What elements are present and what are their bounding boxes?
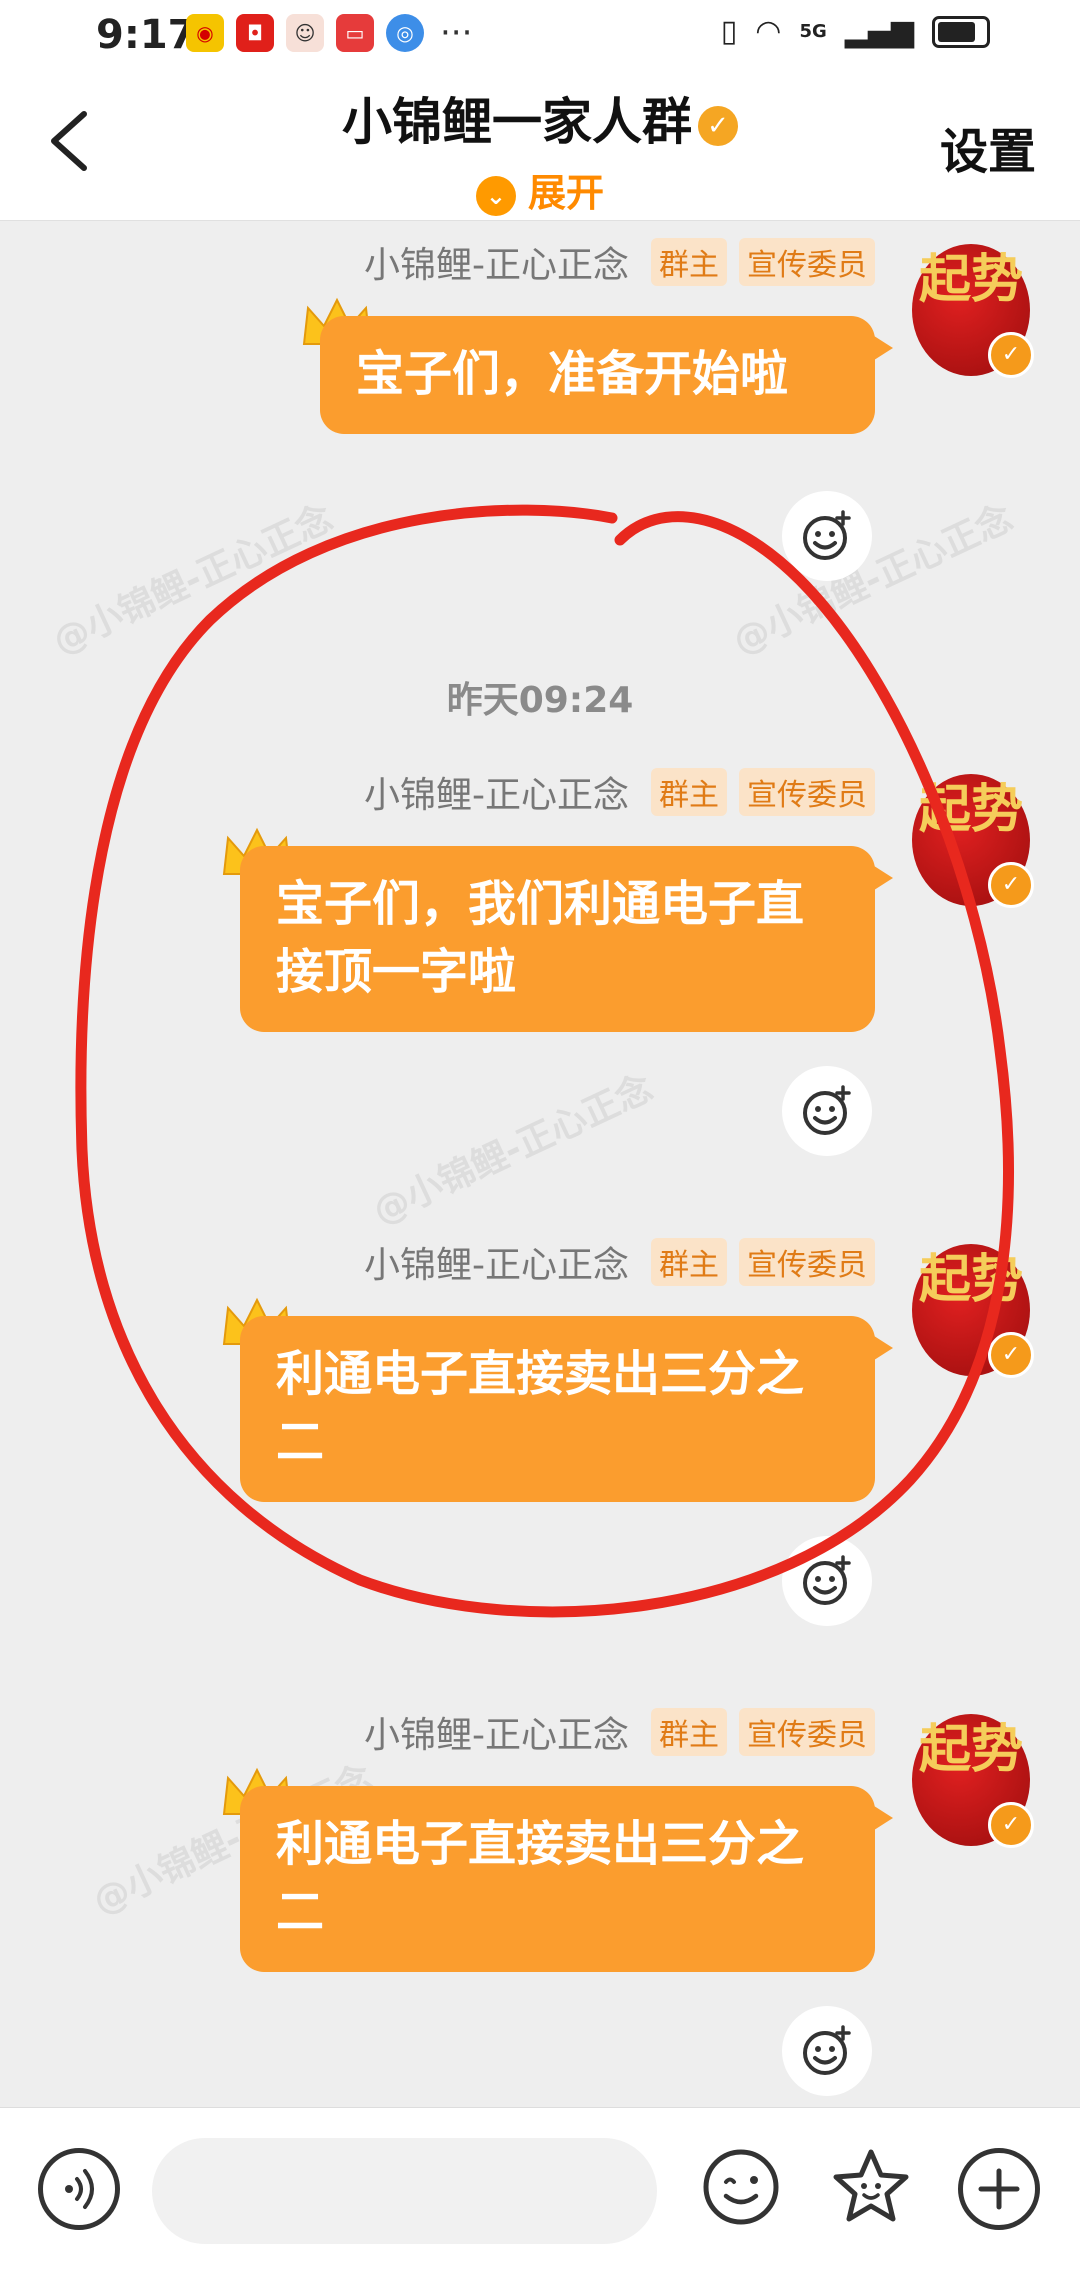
role-tag-owner: 群主 [651, 1708, 727, 1756]
chat-message-list[interactable]: @小锦鲤-正心正念 @小锦鲤-正心正念 @小锦鲤-正心正念 @小锦鲤-正心正念 … [0, 221, 1080, 2111]
sticker-star-button[interactable] [828, 2144, 914, 2230]
add-reaction-button[interactable] [782, 1066, 872, 1156]
verified-v-icon: ✓ [988, 1332, 1034, 1378]
smile-plus-icon [803, 510, 851, 560]
avatar[interactable]: 起势 ✓ [912, 774, 1034, 908]
status-more-icon: ··· [440, 13, 473, 53]
app-pink-icon: ▭ [336, 14, 374, 52]
sender-name[interactable]: 小锦鲤-正心正念 [364, 1706, 629, 1758]
status-bar: 9:17 ◉ ◘ ☺ ▭ ◎ ··· ▯ ◠ 5G ▂▄▆ [0, 0, 1080, 72]
battery-icon [932, 15, 990, 48]
status-app-icons: ◉ ◘ ☺ ▭ ◎ ··· [186, 14, 472, 52]
add-reaction-button[interactable] [782, 2006, 872, 2096]
status-right-icons: ▯ ◠ 5G ▂▄▆ [721, 14, 990, 49]
settings-button[interactable]: 设置 [940, 112, 1036, 182]
avatar[interactable]: 起势 ✓ [912, 1714, 1034, 1848]
message-bubble[interactable]: 宝子们，我们利通电子直接顶一字啦 [240, 846, 893, 1032]
message-input-bar [0, 2107, 1080, 2280]
browser-icon: ◎ [386, 14, 424, 52]
verified-v-icon: ✓ [988, 862, 1034, 908]
sender-row: 小锦鲤-正心正念 群主 宣传委员 [364, 236, 875, 288]
role-tag-owner: 群主 [651, 238, 727, 286]
emoji-button[interactable] [700, 2146, 782, 2228]
watermark-text: @小锦鲤-正心正念 [367, 1067, 659, 1233]
network-type-label: 5G [799, 21, 827, 42]
avatar-text: 起势 [918, 780, 1023, 840]
signal-icon: ▂▄▆ [844, 14, 914, 49]
avatar-text: 起势 [918, 1720, 1023, 1780]
avatar-text: 起势 [918, 250, 1023, 310]
more-options-button[interactable] [958, 2148, 1040, 2230]
chat-header: 小锦鲤一家人群 ✓ ⌄ 展开 设置 [0, 72, 1080, 221]
avatar-app-icon: ☺ [286, 14, 324, 52]
avatar-text: 起势 [918, 1250, 1023, 1310]
wifi-icon: ◠ [755, 14, 782, 49]
smile-plus-icon [803, 1555, 851, 1605]
watermark-text: @小锦鲤-正心正念 [727, 497, 1019, 663]
chevron-down-icon: ⌄ [475, 175, 516, 216]
app-red-icon: ◘ [236, 14, 274, 52]
sender-name[interactable]: 小锦鲤-正心正念 [364, 236, 629, 288]
add-reaction-button[interactable] [782, 1536, 872, 1626]
watermark-text: @小锦鲤-正心正念 [47, 497, 339, 663]
sender-row: 小锦鲤-正心正念 群主 宣传委员 [364, 766, 875, 818]
message-text-input[interactable] [152, 2138, 657, 2244]
avatar[interactable]: 起势 ✓ [912, 1244, 1034, 1378]
vibrate-icon: ▯ [720, 14, 738, 49]
sender-name[interactable]: 小锦鲤-正心正念 [364, 766, 629, 818]
voice-wave-icon [65, 2169, 94, 2209]
add-reaction-button[interactable] [782, 491, 872, 581]
role-tag-publicity: 宣传委员 [739, 768, 875, 816]
role-tag-owner: 群主 [651, 1238, 727, 1286]
role-tag-publicity: 宣传委员 [739, 1708, 875, 1756]
message-bubble[interactable]: 利通电子直接卖出三分之二 [240, 1786, 893, 1972]
verified-badge-icon: ✓ [698, 105, 738, 146]
message-bubble[interactable]: 利通电子直接卖出三分之二 [240, 1316, 893, 1502]
weibo-icon: ◉ [186, 14, 224, 52]
expand-label: 展开 [527, 171, 604, 215]
verified-v-icon: ✓ [988, 332, 1034, 378]
time-divider: 昨天09:24 [446, 680, 634, 721]
role-tag-publicity: 宣传委员 [739, 1238, 875, 1286]
message-bubble[interactable]: 宝子们，准备开始啦 [320, 316, 893, 434]
sender-row: 小锦鲤-正心正念 群主 宣传委员 [364, 1236, 875, 1288]
smile-plus-icon [803, 1085, 851, 1135]
group-title[interactable]: 小锦鲤一家人群 ✓ [0, 82, 1080, 154]
sender-name[interactable]: 小锦鲤-正心正念 [364, 1236, 629, 1288]
role-tag-publicity: 宣传委员 [739, 238, 875, 286]
role-tag-owner: 群主 [651, 768, 727, 816]
status-time: 9:17 [96, 12, 196, 58]
verified-v-icon: ✓ [988, 1802, 1034, 1848]
avatar[interactable]: 起势 ✓ [912, 244, 1034, 378]
smile-plus-icon [803, 2025, 851, 2075]
voice-input-button[interactable] [38, 2148, 120, 2230]
sender-row: 小锦鲤-正心正念 群主 宣传委员 [364, 1706, 875, 1758]
plus-icon [978, 2168, 1020, 2210]
group-title-text: 小锦鲤一家人群 [342, 93, 692, 151]
expand-button[interactable]: ⌄ 展开 [0, 162, 1080, 217]
